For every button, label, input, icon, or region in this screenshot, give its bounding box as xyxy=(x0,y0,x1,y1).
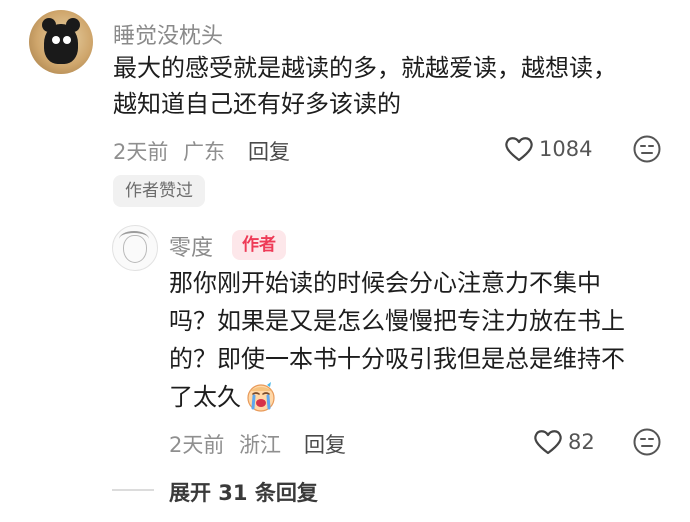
neutral-face-icon[interactable] xyxy=(632,427,662,457)
heart-outline-icon[interactable] xyxy=(504,136,534,162)
reply-text-line-1: 那你刚开始读的时候会分心注意力不集中 xyxy=(169,269,601,297)
author-avatar[interactable] xyxy=(112,225,158,271)
heart-outline-icon[interactable] xyxy=(533,429,563,455)
author-liked-badge: 作者赞过 xyxy=(113,175,205,207)
comment-text-line-2: 越知道自己还有好多该读的 xyxy=(113,90,401,118)
reply-reply-button[interactable]: 回复 xyxy=(304,429,346,459)
comment-location: 广东 xyxy=(183,140,225,164)
commenter-username[interactable]: 睡觉没枕头 xyxy=(113,18,223,50)
author-username[interactable]: 零度 xyxy=(169,230,213,262)
reply-time: 2天前 xyxy=(169,433,225,457)
author-badge: 作者 xyxy=(232,230,286,260)
neutral-face-icon[interactable] xyxy=(632,134,662,164)
reply-like-count: 82 xyxy=(568,430,595,454)
reply-text-line-4: 了太久 xyxy=(169,383,241,411)
comment-like-count: 1084 xyxy=(539,137,593,161)
reply-text-line-3: 的？即使一本书十分吸引我但是总是维持不 xyxy=(169,345,625,373)
reply-text-line-2: 吗？如果是又是怎么慢慢把专注力放在书上 xyxy=(169,307,625,335)
commenter-avatar[interactable] xyxy=(29,10,93,74)
expand-replies-button[interactable]: 展开 31 条回复 xyxy=(169,477,318,507)
comment-time: 2天前 xyxy=(113,140,169,164)
expand-divider xyxy=(112,489,154,491)
crying-emoji-icon xyxy=(245,381,277,413)
comment-reply-button[interactable]: 回复 xyxy=(248,136,290,166)
reply-location: 浙江 xyxy=(239,433,281,457)
comment-text-line-1: 最大的感受就是越读的多，就越爱读，越想读， xyxy=(113,54,617,82)
